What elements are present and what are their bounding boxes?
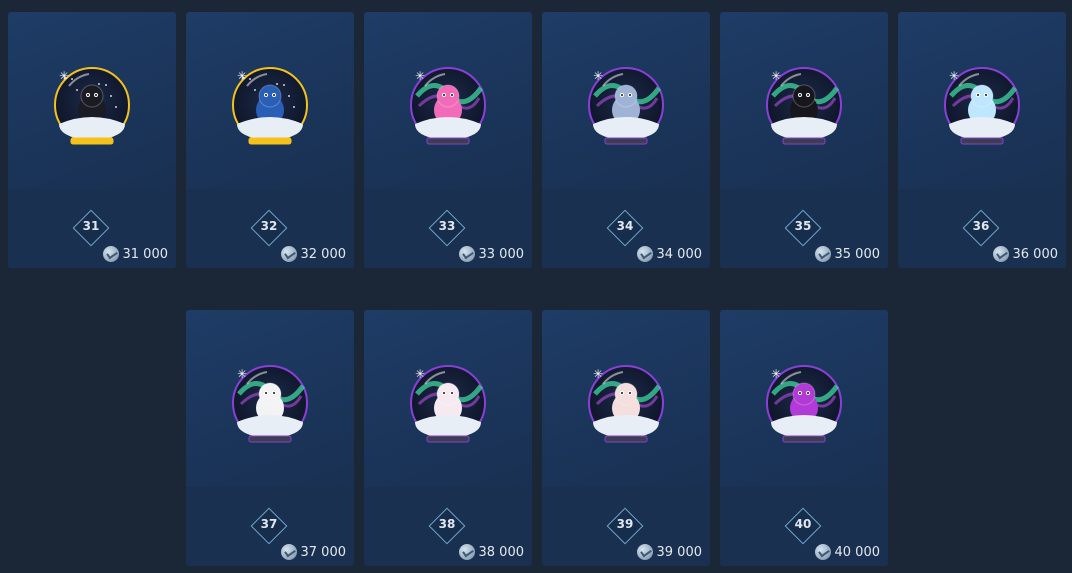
- snow-globe-owl-icon: ✳: [231, 358, 309, 443]
- item-card[interactable]: ✳ 38 38 000: [364, 310, 532, 566]
- svg-text:✳: ✳: [593, 69, 603, 83]
- level-number: 39: [616, 517, 634, 531]
- svg-text:✳: ✳: [593, 367, 603, 381]
- level-badge: 36: [961, 208, 1001, 248]
- level-number: 38: [438, 517, 456, 531]
- item-card[interactable]: ✳ 33 33 000: [364, 12, 532, 268]
- level-badge: 31: [71, 208, 111, 248]
- level-badge: 33: [427, 208, 467, 248]
- coin-icon: [814, 544, 831, 560]
- snow-globe-raccoon-icon: ✳: [587, 60, 665, 145]
- level-number: 37: [260, 517, 278, 531]
- snow-globe-polar-bear-icon: ✳: [587, 358, 665, 443]
- level-number: 40: [794, 517, 812, 531]
- item-card[interactable]: ✳ 35 35 000: [720, 12, 888, 268]
- price-value: 31 000: [122, 246, 169, 262]
- price-value: 32 000: [300, 246, 347, 262]
- price-value: 40 000: [834, 544, 881, 560]
- snow-globe-pink-bunny-icon: ✳: [409, 60, 487, 145]
- price-tag: 36 000: [992, 246, 1059, 262]
- price-tag: 32 000: [280, 246, 347, 262]
- price-value: 35 000: [834, 246, 881, 262]
- svg-text:✳: ✳: [771, 367, 781, 381]
- level-badge: 38: [427, 506, 467, 546]
- snow-globe-gnome-icon: ✳: [765, 358, 843, 443]
- snow-globe-penguin-icon: ✳: [765, 60, 843, 145]
- svg-text:✳: ✳: [771, 69, 781, 83]
- price-tag: 31 000: [102, 246, 169, 262]
- price-value: 38 000: [478, 544, 525, 560]
- level-badge: 40: [783, 506, 823, 546]
- coin-icon: [636, 544, 653, 560]
- price-value: 39 000: [656, 544, 703, 560]
- level-number: 36: [972, 219, 990, 233]
- price-tag: 40 000: [814, 544, 881, 560]
- coin-icon: [102, 246, 119, 262]
- snow-globe-fox-icon: ✳: [409, 358, 487, 443]
- snow-globe-reindeer-icon: ✳: [943, 60, 1021, 145]
- price-tag: 35 000: [814, 246, 881, 262]
- coin-icon: [280, 544, 297, 560]
- price-value: 36 000: [1012, 246, 1059, 262]
- price-tag: 39 000: [636, 544, 703, 560]
- svg-text:✳: ✳: [237, 69, 247, 83]
- level-number: 34: [616, 219, 634, 233]
- level-number: 31: [82, 219, 100, 233]
- svg-text:✳: ✳: [237, 367, 247, 381]
- price-tag: 38 000: [458, 544, 525, 560]
- item-card[interactable]: ✳ 40 40 000: [720, 310, 888, 566]
- price-value: 33 000: [478, 246, 525, 262]
- snow-globe-wizard-gnome-icon: ✳: [231, 60, 309, 145]
- level-badge: 32: [249, 208, 289, 248]
- item-card[interactable]: ✳ 32 32 000: [186, 12, 354, 268]
- price-tag: 34 000: [636, 246, 703, 262]
- item-card[interactable]: ✳ 39 39 000: [542, 310, 710, 566]
- coin-icon: [280, 246, 297, 262]
- item-card[interactable]: ✳ 36 36 000: [898, 12, 1066, 268]
- level-number: 33: [438, 219, 456, 233]
- coin-icon: [458, 246, 475, 262]
- level-badge: 37: [249, 506, 289, 546]
- item-card[interactable]: ✳ 34 34 000: [542, 12, 710, 268]
- snow-globe-black-bear-icon: ✳: [53, 60, 131, 145]
- coin-icon: [458, 544, 475, 560]
- item-card[interactable]: ✳ 37 37 000: [186, 310, 354, 566]
- item-card[interactable]: ✳ 31 31 000: [8, 12, 176, 268]
- svg-text:✳: ✳: [415, 69, 425, 83]
- price-value: 34 000: [656, 246, 703, 262]
- svg-text:✳: ✳: [949, 69, 959, 83]
- svg-text:✳: ✳: [59, 69, 69, 83]
- level-number: 32: [260, 219, 278, 233]
- level-badge: 35: [783, 208, 823, 248]
- coin-icon: [636, 246, 653, 262]
- level-badge: 39: [605, 506, 645, 546]
- level-badge: 34: [605, 208, 645, 248]
- svg-text:✳: ✳: [415, 367, 425, 381]
- coin-icon: [992, 246, 1009, 262]
- coin-icon: [814, 246, 831, 262]
- price-value: 37 000: [300, 544, 347, 560]
- price-tag: 33 000: [458, 246, 525, 262]
- level-number: 35: [794, 219, 812, 233]
- price-tag: 37 000: [280, 544, 347, 560]
